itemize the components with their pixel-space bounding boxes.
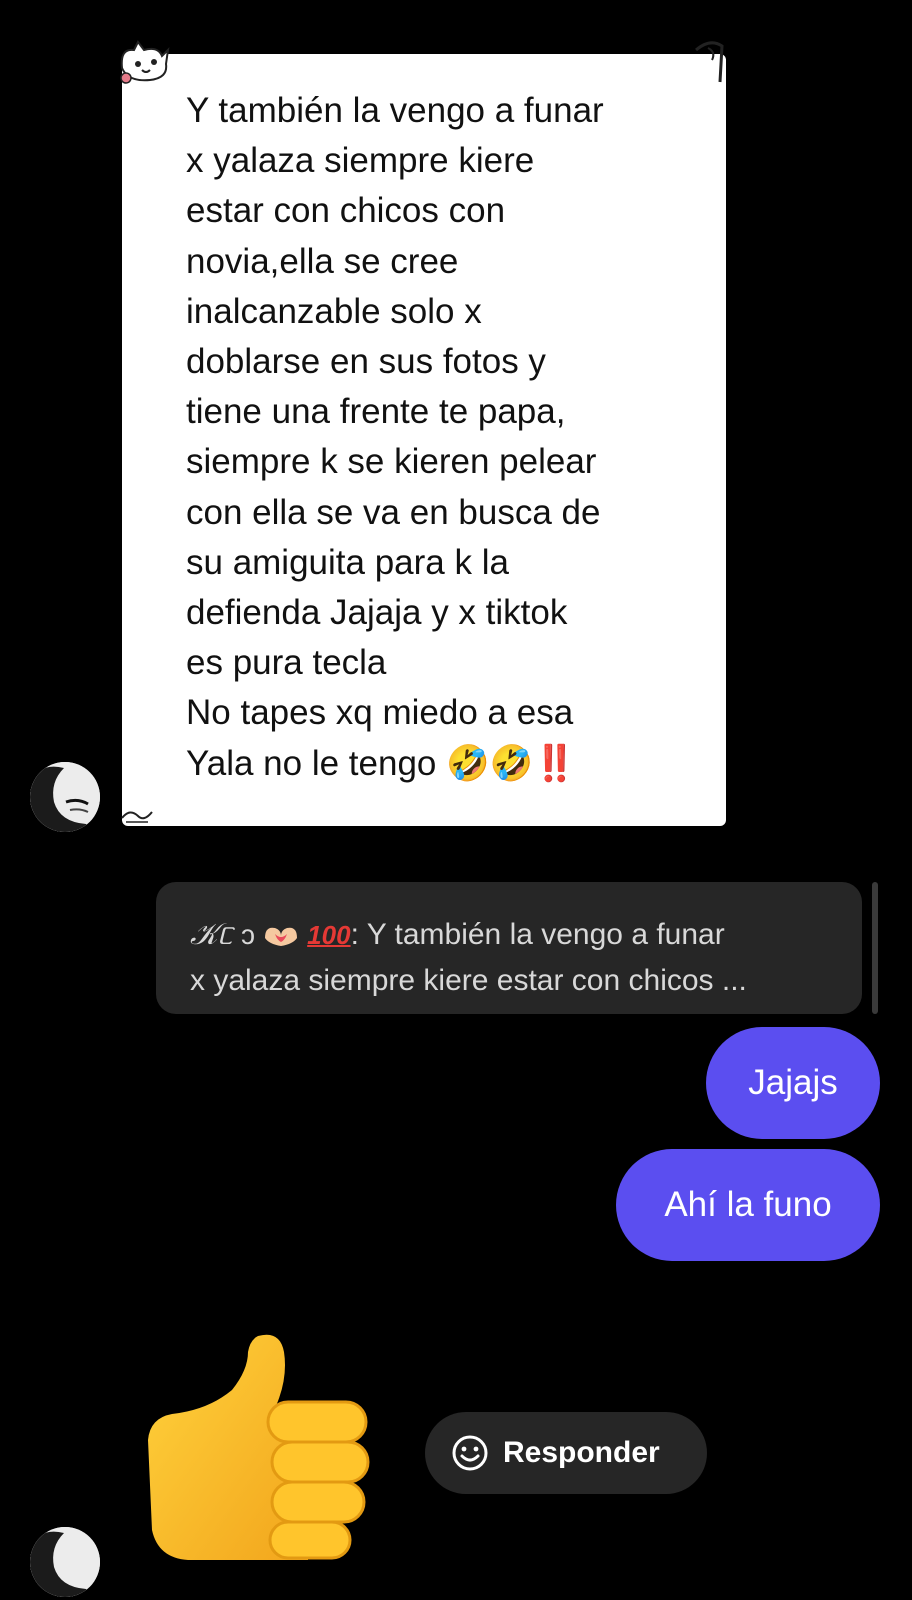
sender-avatar[interactable] bbox=[30, 1527, 100, 1597]
curl-doodle-icon bbox=[695, 41, 724, 83]
reply-preview-line-1: 𝒦ᥴ ɔ 100: Y también la vengo a funar bbox=[190, 918, 725, 951]
smiley-icon bbox=[452, 1435, 488, 1471]
reply-button-label: Responder bbox=[503, 1436, 660, 1469]
reply-colon: : bbox=[350, 918, 359, 951]
reply-preview-text-1: Y también la vengo a funar bbox=[358, 918, 725, 951]
outgoing-message-bubble[interactable]: Ahí la funo bbox=[616, 1149, 880, 1261]
incoming-message-text: Y también la vengo a funar x yalaza siem… bbox=[186, 91, 604, 783]
heart-hands-icon bbox=[264, 927, 297, 946]
reply-author-name: 𝒦ᥴ bbox=[190, 918, 233, 951]
reply-preview-line-2: x yalaza siempre kiere estar con chicos … bbox=[190, 964, 747, 997]
reply-preview[interactable]: 𝒦ᥴ ɔ 100: Y también la vengo a funar x y… bbox=[156, 882, 862, 1014]
scribble-doodle-icon bbox=[121, 811, 153, 823]
hundred-emoji: 100 bbox=[307, 920, 351, 950]
outgoing-message-bubble[interactable]: Jajajs bbox=[706, 1027, 880, 1139]
sender-avatar[interactable] bbox=[30, 762, 100, 832]
cat-sticker-icon bbox=[120, 40, 170, 84]
scrollbar[interactable] bbox=[872, 882, 878, 1014]
incoming-message-bubble[interactable]: Y también la vengo a funar x yalaza siem… bbox=[120, 40, 726, 826]
reply-button[interactable]: Responder bbox=[425, 1412, 707, 1494]
thumbs-up-icon[interactable] bbox=[148, 1330, 374, 1570]
